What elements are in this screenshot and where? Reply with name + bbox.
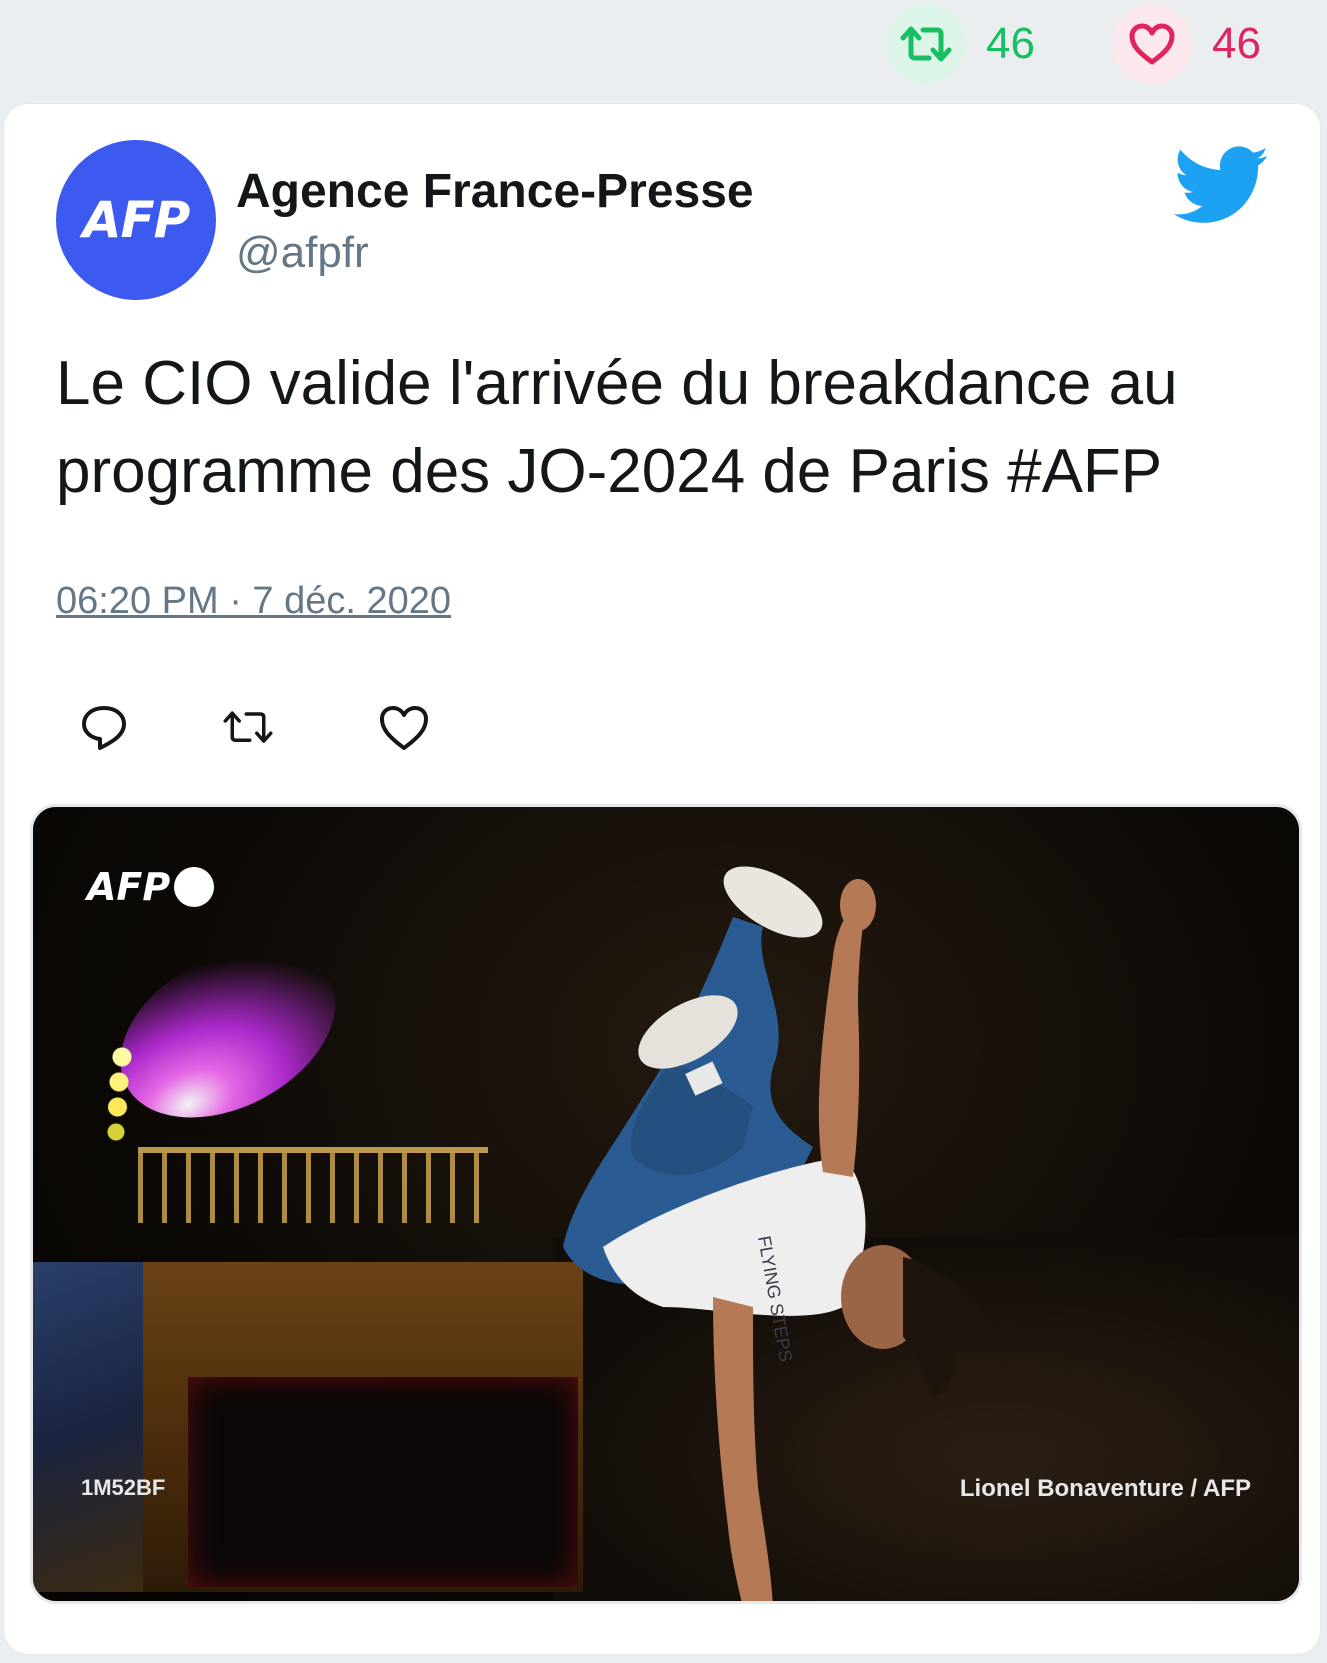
retweet-icon	[900, 26, 952, 62]
photo-watermark-logo: AFP	[87, 865, 215, 909]
avatar-logo-text: AFP	[82, 191, 190, 249]
tweet-card: AFP Agence France-Presse @afpfr Le CIO v…	[4, 104, 1320, 1654]
avatar[interactable]: AFP	[56, 140, 216, 300]
retweet-stat[interactable]: 46	[886, 4, 1035, 84]
retweet-icon-bubble[interactable]	[886, 4, 966, 84]
like-count: 46	[1212, 19, 1261, 68]
photo-railing	[138, 1147, 488, 1223]
retweet-count: 46	[986, 19, 1035, 68]
reply-icon[interactable]	[76, 700, 132, 756]
like-action-icon[interactable]	[376, 700, 432, 756]
author-name[interactable]: Agence France-Presse	[236, 164, 754, 219]
afp-dot-icon	[174, 867, 215, 907]
heart-icon	[1129, 23, 1175, 65]
retweet-action-icon[interactable]	[220, 700, 276, 756]
tweet-text: Le CIO valide l'arrivée du breakdance au…	[56, 349, 1178, 506]
like-icon-bubble[interactable]	[1112, 4, 1192, 84]
photo-code: 1M52BF	[81, 1475, 166, 1500]
engagement-stats-bar: 46 46	[0, 0, 1327, 100]
photo-stage-side	[33, 1262, 153, 1592]
tweet-timestamp-link[interactable]: 06:20 PM · 7 déc. 2020	[56, 580, 451, 623]
author-handle[interactable]: @afpfr	[236, 228, 369, 278]
photo-stage-lamps	[107, 1047, 137, 1147]
photo-watermark-text: AFP	[87, 865, 171, 909]
like-stat[interactable]: 46	[1112, 4, 1261, 84]
tweet-photo[interactable]: FLYING STEPS AFP 1M52BF Lionel Bonaventu…	[30, 804, 1302, 1604]
twitter-bird-icon[interactable]	[1174, 146, 1270, 226]
photo-credit: Lionel Bonaventure / AFP	[959, 1475, 1251, 1502]
